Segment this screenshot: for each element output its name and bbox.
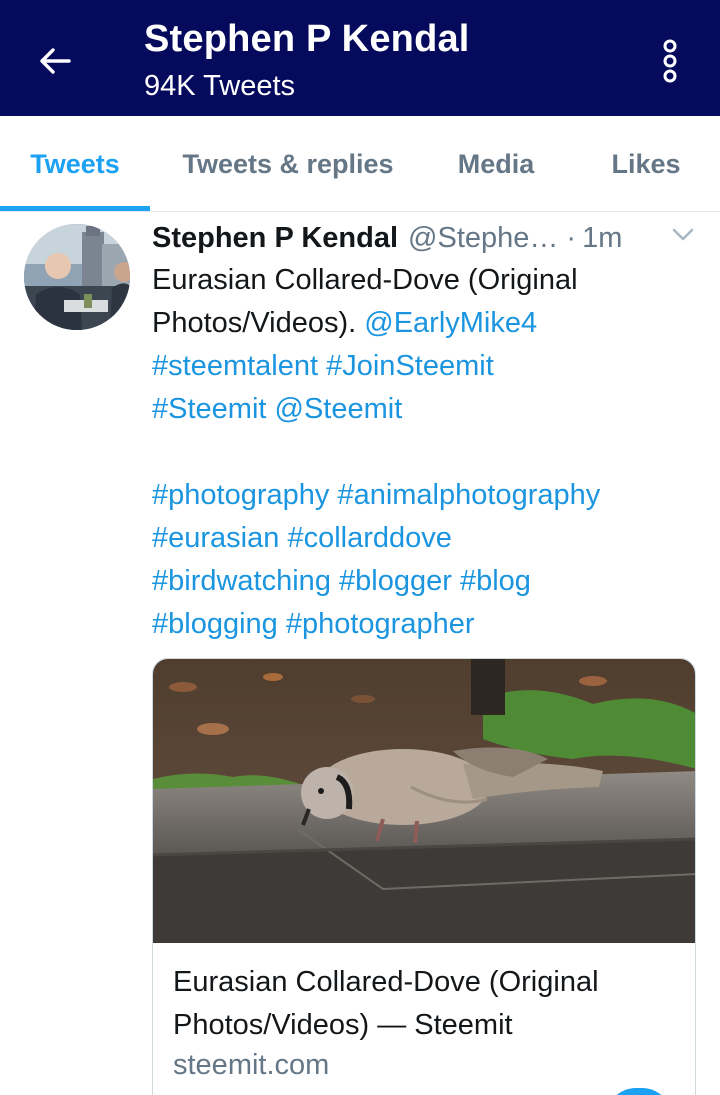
avatar[interactable]: [24, 224, 130, 330]
tweet-text-line: #photography #animalphotography: [152, 474, 700, 517]
link-preview-card[interactable]: Eurasian Collared-Dove (Original Photos/…: [152, 658, 696, 1095]
tweet-text-segment: Photos/Videos).: [152, 307, 365, 339]
tweet-text-line: Eurasian Collared-Dove (Original: [152, 259, 700, 302]
card-title: Eurasian Collared-Dove (Original Photos/…: [173, 961, 683, 1047]
mention-link[interactable]: @Steemit: [275, 393, 403, 425]
hashtag-link[interactable]: #blogging: [152, 608, 278, 640]
hashtag-link[interactable]: #photography: [152, 479, 329, 511]
tab-tweets-and-replies[interactable]: Tweets & replies: [150, 116, 426, 212]
avatar-photo: [24, 224, 130, 330]
tweet-count: 94K Tweets: [144, 70, 296, 102]
hashtag-link[interactable]: #JoinSteemit: [326, 350, 494, 382]
separator-dot: ·: [566, 221, 577, 254]
card-domain: steemit.com: [173, 1049, 330, 1081]
card-title-line: Eurasian Collared-Dove (Original: [173, 966, 599, 998]
hashtag-link[interactable]: #blogger: [339, 565, 452, 597]
hashtag-link[interactable]: #animalphotography: [337, 479, 600, 511]
app-bar: Stephen P Kendal 94K Tweets: [0, 0, 720, 116]
hashtag-link[interactable]: #Steemit: [152, 393, 266, 425]
back-button[interactable]: [30, 36, 80, 86]
tweet-author-name[interactable]: Stephen P Kendal: [152, 222, 398, 255]
chevron-down-icon: [672, 228, 694, 241]
arrow-left-icon: [40, 48, 71, 74]
more-vertical-icon: [663, 39, 677, 83]
tweet-text-segment: [278, 608, 286, 640]
card-image-dove: [153, 659, 695, 943]
tweet-text-segment: [318, 350, 326, 382]
tab-tweets[interactable]: Tweets: [0, 116, 150, 212]
card-title-line: Photos/Videos) — Steemit: [173, 1009, 513, 1041]
hashtag-link[interactable]: #birdwatching: [152, 565, 331, 597]
tab-media[interactable]: Media: [426, 116, 566, 212]
more-options-button[interactable]: [650, 36, 690, 86]
tweet-author-handle[interactable]: @Stephe…: [408, 222, 558, 255]
tweet-text-line: #eurasian #collarddove: [152, 517, 700, 560]
tweet-text-segment: Eurasian Collared-Dove (Original: [152, 264, 578, 296]
tweet-text-line: #blogging #photographer: [152, 603, 700, 646]
tweet-text-line: #birdwatching #blogger #blog: [152, 560, 700, 603]
mention-link[interactable]: @EarlyMike4: [364, 307, 537, 339]
tweet-text-segment: [331, 565, 339, 597]
tweet-menu-button[interactable]: [672, 228, 694, 247]
profile-tabs: Tweets Tweets & replies Media Likes: [0, 116, 720, 212]
tweet-text-line: #steemtalent #JoinSteemit: [152, 345, 700, 388]
tweet-text-line: [152, 431, 700, 474]
hashtag-link[interactable]: #photographer: [286, 608, 475, 640]
tweet-text: Eurasian Collared-Dove (Original Photos/V…: [152, 259, 700, 646]
hashtag-link[interactable]: #collarddove: [287, 522, 451, 554]
tweet-text-line: #Steemit @Steemit: [152, 388, 700, 431]
hashtag-link[interactable]: #blog: [460, 565, 531, 597]
tab-likes[interactable]: Likes: [576, 116, 716, 212]
profile-name-title: Stephen P Kendal: [144, 18, 470, 60]
tweet-text-segment: [452, 565, 460, 597]
active-tab-indicator: [0, 206, 150, 211]
tweet-text-line: Photos/Videos). @EarlyMike4: [152, 302, 700, 345]
tweet-header: Stephen P Kendal @Stephe… · 1m: [152, 218, 700, 258]
tweet-timestamp: 1m: [582, 221, 623, 254]
tweet-text-segment: [266, 393, 274, 425]
hashtag-link[interactable]: #eurasian: [152, 522, 279, 554]
hashtag-link[interactable]: #steemtalent: [152, 350, 318, 382]
